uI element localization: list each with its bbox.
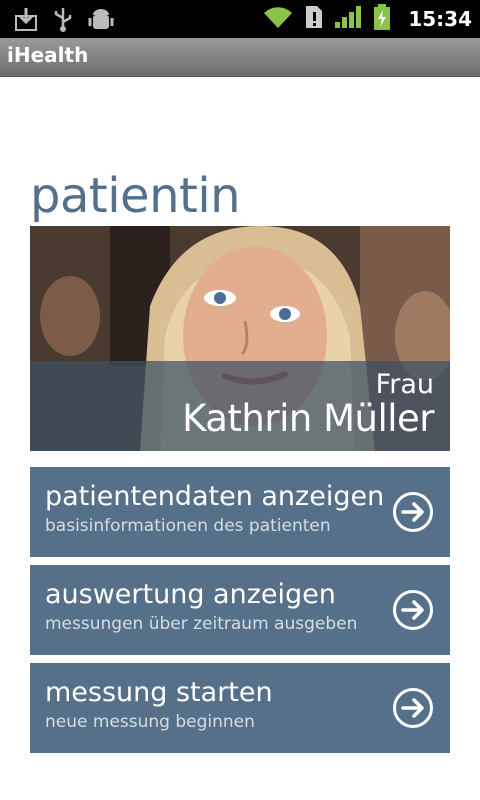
signal-icon: [334, 4, 362, 34]
usb-icon: [52, 6, 74, 36]
arrow-right-circle-icon: [393, 590, 433, 630]
download-icon: [14, 6, 38, 36]
tile-subtitle: basisinformationen des patienten: [45, 516, 331, 536]
app-title-bar: iHealth: [0, 38, 480, 77]
battery-charging-icon: [372, 3, 392, 35]
show-evaluation-button[interactable]: auswertung anzeigen messungen über zeitr…: [30, 565, 450, 655]
patient-salutation: Frau: [375, 369, 434, 400]
patient-name-overlay: Frau Kathrin Müller: [30, 361, 450, 451]
app-title: iHealth: [7, 43, 89, 67]
tile-subtitle: messungen über zeitraum ausgeben: [45, 614, 358, 634]
sim-alert-icon: [304, 4, 324, 34]
show-patient-data-button[interactable]: patientendaten anzeigen basisinformation…: [30, 467, 450, 557]
arrow-right-circle-icon: [393, 492, 433, 532]
patient-name: Kathrin Müller: [182, 397, 434, 440]
tile-subtitle: neue messung beginnen: [45, 712, 255, 732]
start-measurement-button[interactable]: messung starten neue messung beginnen: [30, 663, 450, 753]
wifi-icon: [262, 4, 294, 34]
clock: 15:34: [408, 7, 472, 31]
tile-title: patientendaten anzeigen: [45, 481, 385, 512]
patient-photo: Frau Kathrin Müller: [30, 226, 450, 451]
tile-title: messung starten: [45, 677, 273, 708]
arrow-right-circle-icon: [393, 688, 433, 728]
tile-title: auswertung anzeigen: [45, 579, 336, 610]
android-debug-icon: [88, 6, 114, 36]
page-title: patientin: [30, 168, 241, 224]
status-bar: 15:34: [0, 0, 480, 38]
